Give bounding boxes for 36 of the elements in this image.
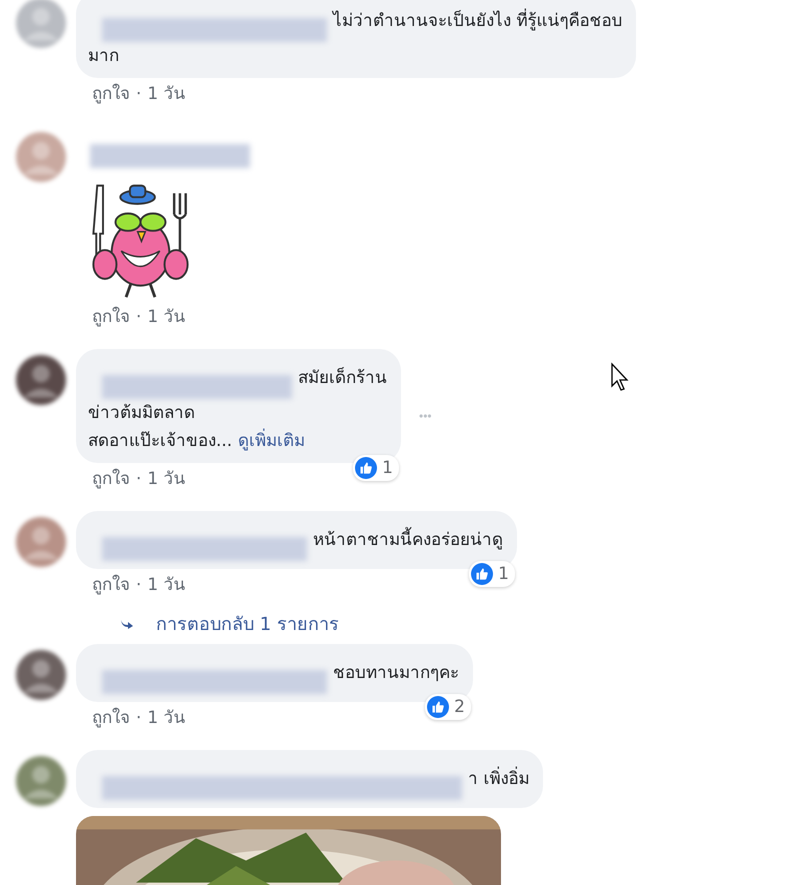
comment-text: หน้าตาชามนี้คงอร่อยน่าดู (313, 526, 503, 554)
timestamp-link[interactable]: 1 วัน (147, 706, 186, 730)
mouse-cursor-icon (610, 362, 630, 392)
avatar[interactable] (16, 650, 66, 700)
like-link[interactable]: ถูกใจ (92, 467, 130, 491)
thumbs-up-icon (355, 457, 378, 479)
separator-dot: · (136, 83, 142, 106)
timestamp-link[interactable]: 1 วัน (147, 305, 186, 329)
like-link[interactable]: ถูกใจ (92, 82, 130, 106)
comment-text: สดอาแป๊ะเจ้าของ... (88, 430, 232, 453)
like-link[interactable]: ถูกใจ (92, 706, 130, 730)
timestamp-link[interactable]: 1 วัน (147, 467, 186, 491)
separator-dot: · (136, 468, 142, 491)
thumbs-up-icon (471, 563, 494, 585)
comment-text: ไม่ว่าตำนานจะเป็นยังไง ที่รู้แน่ๆคือชอบ (333, 7, 622, 35)
separator-dot: · (136, 707, 142, 730)
replies-link[interactable]: การตอบกลับ 1 รายการ (156, 609, 339, 638)
reaction-count: 1 (353, 455, 399, 481)
reaction-count: 1 (469, 561, 515, 587)
like-link[interactable]: ถูกใจ (92, 305, 130, 329)
reply-arrow-icon (120, 618, 134, 628)
separator-dot: · (136, 306, 142, 329)
like-link[interactable]: ถูกใจ (92, 573, 130, 597)
comment-text: มาก (88, 45, 119, 68)
comment-text: ข่าวต้มมิตลาด (88, 402, 195, 425)
timestamp-link[interactable]: 1 วัน (147, 82, 186, 106)
separator-dot: · (136, 574, 142, 597)
reaction-count: 2 (425, 694, 471, 720)
comment-text: สมัยเด็กร้าน (298, 366, 387, 390)
thumbs-up-icon (427, 696, 450, 718)
comment-text: ชอบทานมากๆคะ (333, 662, 459, 685)
avatar[interactable] (16, 756, 66, 806)
timestamp-link[interactable]: 1 วัน (147, 573, 186, 597)
avatar[interactable] (16, 355, 66, 405)
comment-text: า เพิ่งอิ่ม (468, 765, 530, 793)
see-more-link[interactable]: ดูเพิ่มเติม (238, 427, 306, 455)
